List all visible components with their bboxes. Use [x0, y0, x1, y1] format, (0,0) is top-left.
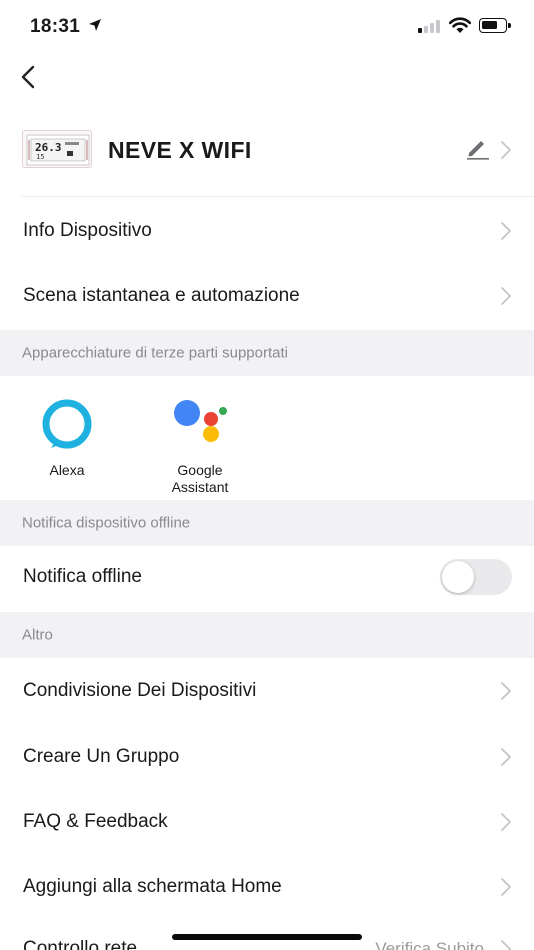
google-assistant-icon — [174, 400, 227, 442]
chevron-right-icon — [501, 682, 511, 700]
assistant-label-line2: Assistant — [171, 479, 229, 495]
thumb-sub-reading: 15 — [36, 153, 44, 161]
row-label: Info Dispositivo — [23, 220, 152, 241]
row-label: Aggiungi alla schermata Home — [23, 876, 282, 897]
section-label: Apparecchiature di terze parti supportat… — [22, 344, 288, 362]
device-name: NEVE X WIFI — [108, 137, 252, 163]
menu-row-faq-feedback[interactable]: FAQ & Feedback — [0, 789, 534, 855]
row-label: Controllo rete — [23, 938, 138, 950]
device-header[interactable]: 26.3 15 NEVE X WIFI — [0, 122, 534, 182]
chevron-right-icon — [501, 748, 511, 766]
menu-row-aggiungi-home[interactable]: Aggiungi alla schermata Home — [0, 854, 534, 920]
chevron-right-icon — [501, 141, 511, 159]
section-header-other: Altro — [0, 612, 534, 658]
row-value: Verifica Subito — [375, 939, 484, 950]
chevron-right-icon — [501, 222, 511, 240]
toggle-knob — [442, 561, 474, 593]
chevron-right-icon — [501, 813, 511, 831]
menu-row-info-dispositivo[interactable]: Info Dispositivo — [0, 198, 534, 264]
offline-notification-toggle[interactable] — [440, 559, 512, 595]
menu-row-condivisione[interactable]: Condivisione Dei Dispositivi — [0, 658, 534, 724]
section-header-offline: Notifica dispositivo offline — [0, 500, 534, 546]
device-thumbnail: 26.3 15 — [22, 130, 92, 168]
divider — [22, 196, 534, 197]
pencil-icon[interactable] — [465, 138, 491, 160]
cellular-signal-icon — [418, 20, 440, 33]
chevron-right-icon — [501, 287, 511, 305]
menu-row-controllo-rete[interactable]: Controllo rete Verifica Subito — [0, 916, 534, 950]
home-indicator — [172, 934, 362, 940]
menu-row-creare-gruppo[interactable]: Creare Un Gruppo — [0, 724, 534, 790]
row-label: Creare Un Gruppo — [23, 746, 180, 767]
assistant-google[interactable]: Google Assistant — [145, 376, 255, 500]
assistant-label: Alexa — [49, 462, 85, 478]
row-label: FAQ & Feedback — [23, 811, 168, 832]
row-label: Notifica offline — [23, 566, 142, 587]
alexa-icon — [42, 399, 92, 449]
status-bar: 18:31 — [0, 0, 534, 54]
chevron-right-icon — [501, 878, 511, 896]
assistant-alexa[interactable]: Alexa — [12, 376, 122, 500]
chevron-right-icon — [501, 940, 511, 950]
wifi-icon — [448, 17, 472, 33]
back-chevron-icon[interactable] — [14, 62, 44, 92]
status-time: 18:31 — [30, 16, 81, 37]
row-label: Scena istantanea e automazione — [23, 285, 300, 306]
section-header-third-party: Apparecchiature di terze parti supportat… — [0, 330, 534, 376]
menu-row-scena-automazione[interactable]: Scena istantanea e automazione — [0, 263, 534, 329]
battery-icon — [479, 18, 511, 33]
location-arrow-icon — [89, 19, 101, 31]
assistant-list: Alexa Google Assistant — [0, 376, 534, 500]
assistant-label-line1: Google — [177, 462, 223, 478]
section-label: Altro — [22, 626, 53, 644]
row-label: Condivisione Dei Dispositivi — [23, 680, 257, 701]
section-label: Notifica dispositivo offline — [22, 514, 191, 532]
offline-notification-row: Notifica offline — [0, 544, 534, 610]
